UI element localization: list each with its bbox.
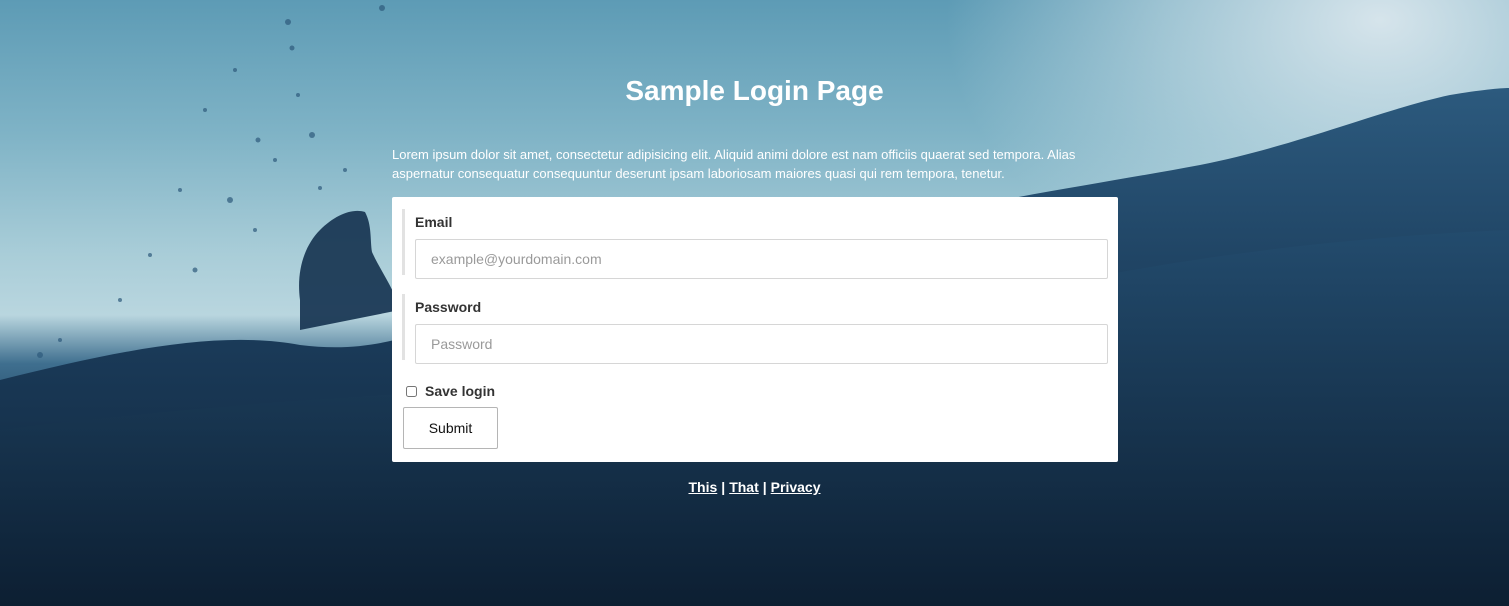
footer-separator: |	[721, 479, 726, 495]
page-title: Sample Login Page	[625, 75, 884, 106]
submit-button[interactable]: Submit	[403, 407, 498, 449]
password-input[interactable]	[415, 324, 1108, 364]
email-input[interactable]	[415, 239, 1108, 279]
footer-links: This | That | Privacy	[0, 479, 1509, 495]
save-login-row: Save login	[406, 383, 495, 399]
password-field-group: Password	[402, 294, 1108, 364]
login-form-card: Email Password Save login Submit	[392, 197, 1118, 462]
email-label: Email	[415, 214, 453, 230]
footer-separator: |	[762, 479, 767, 495]
footer-link-that[interactable]: That	[729, 479, 759, 495]
footer-link-this[interactable]: This	[688, 479, 717, 495]
email-field-group: Email	[402, 209, 1108, 279]
save-login-checkbox[interactable]	[406, 385, 417, 397]
intro-paragraph: Lorem ipsum dolor sit amet, consectetur …	[392, 147, 1076, 181]
footer-link-privacy[interactable]: Privacy	[771, 479, 821, 495]
save-login-label: Save login	[425, 383, 496, 399]
password-label: Password	[415, 299, 482, 315]
